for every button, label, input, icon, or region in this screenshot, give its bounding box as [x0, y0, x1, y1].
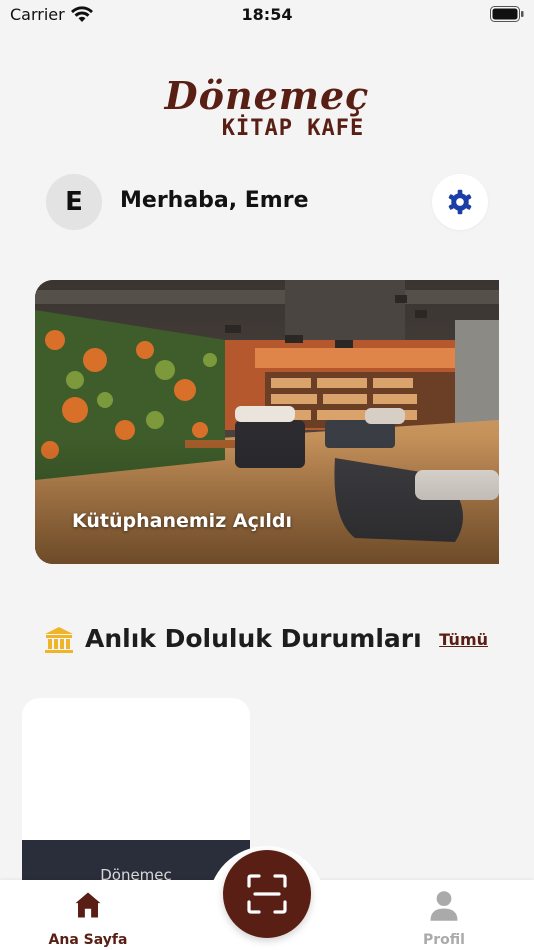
tab-profile-label: Profil [423, 932, 465, 948]
occupancy-card[interactable]: Dönemeç [22, 698, 250, 898]
person-icon [430, 891, 458, 921]
tab-profile[interactable]: Profil [404, 888, 484, 950]
occupancy-section-header: Anlık Doluluk Durumları Tümü [44, 620, 488, 660]
status-bar: Carrier 18:54 [0, 0, 534, 30]
settings-button[interactable] [432, 174, 488, 230]
avatar[interactable]: E [46, 174, 102, 230]
scan-icon [247, 874, 287, 914]
banner-caption: Kütüphanemiz Açıldı [72, 510, 292, 532]
greeting-text: Merhaba, Emre [120, 188, 309, 213]
clock: 18:54 [241, 5, 293, 24]
battery-icon [490, 6, 524, 22]
section-title: Anlık Doluluk Durumları [85, 624, 422, 653]
see-all-link[interactable]: Tümü [439, 630, 488, 649]
gear-icon [448, 189, 472, 215]
tab-home-label: Ana Sayfa [48, 932, 128, 948]
museum-icon [45, 627, 73, 653]
qr-scan-button[interactable] [223, 850, 311, 938]
news-banner[interactable]: Kütüphanemiz Açıldı [35, 280, 499, 564]
greeting-row: E Merhaba, Emre [46, 174, 488, 230]
brand-logo: Dönemeç KİTAP KAFE [0, 76, 534, 142]
tab-home[interactable]: Ana Sayfa [42, 888, 134, 950]
brand-subtitle: KİTAP KAFE [221, 116, 365, 141]
home-icon [75, 892, 101, 918]
brand-name: Dönemeç [164, 73, 370, 118]
